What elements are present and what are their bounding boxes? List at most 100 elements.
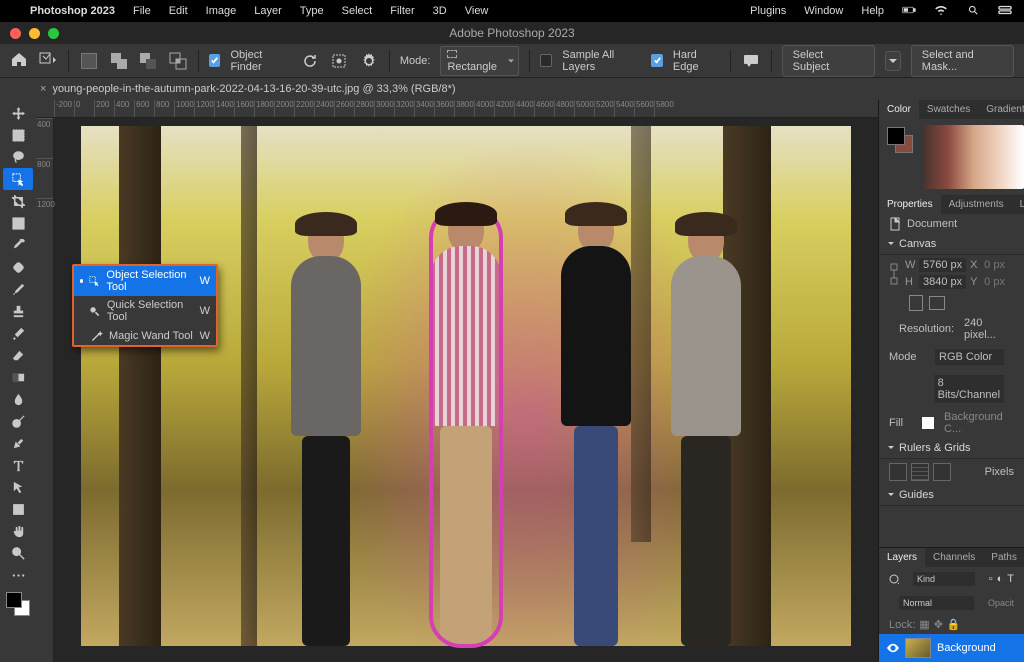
tab-paths[interactable]: Paths — [983, 548, 1024, 567]
foreground-background-swatch[interactable] — [6, 592, 30, 616]
marquee-tool[interactable] — [3, 124, 33, 146]
dodge-tool[interactable] — [3, 410, 33, 432]
portrait-icon[interactable] — [909, 295, 923, 311]
lock-position-icon[interactable]: ✥ — [934, 618, 943, 631]
home-icon[interactable] — [10, 51, 28, 70]
tab-swatches[interactable]: Swatches — [919, 100, 978, 119]
tab-adjustments[interactable]: Adjustments — [941, 195, 1012, 214]
visibility-icon[interactable] — [887, 642, 899, 654]
grid-icon[interactable] — [911, 463, 929, 481]
flyout-magic-wand[interactable]: Magic Wand ToolW — [74, 326, 216, 345]
blur-tool[interactable] — [3, 388, 33, 410]
eraser-tool[interactable] — [3, 344, 33, 366]
menu-view[interactable]: View — [465, 5, 489, 17]
object-finder-checkbox[interactable] — [209, 54, 221, 67]
menu-filter[interactable]: Filter — [390, 5, 414, 17]
shape-tool[interactable] — [3, 498, 33, 520]
selection-intersect-icon[interactable] — [168, 50, 188, 72]
lock-all-icon[interactable]: 🔒 — [947, 618, 961, 631]
units-select[interactable]: Pixels — [985, 466, 1014, 478]
pen-tool[interactable] — [3, 432, 33, 454]
properties-panel: Document Canvas W5760 pxX0 px H3840 pxY0… — [879, 214, 1024, 547]
canvas-area: -200020040060080010001200140016001800200… — [36, 100, 878, 662]
object-finder-label: Object Finder — [230, 49, 289, 73]
move-tool[interactable] — [3, 102, 33, 124]
menu-file[interactable]: File — [133, 5, 151, 17]
path-selection-tool[interactable] — [3, 476, 33, 498]
document-name: young-people-in-the-autumn-park-2022-04-… — [52, 83, 455, 95]
object-selection-tool[interactable] — [3, 168, 33, 190]
layer-filter-select[interactable]: Kind — [913, 572, 975, 586]
sample-all-checkbox[interactable] — [540, 54, 552, 67]
options-bar: Object Finder Mode: Rectangle Sample All… — [0, 44, 1024, 78]
show-objects-icon[interactable] — [329, 50, 349, 72]
select-and-mask-button[interactable]: Select and Mask... — [911, 45, 1014, 77]
canvas-height[interactable]: 3840 px — [919, 275, 966, 289]
tab-channels[interactable]: Channels — [925, 548, 983, 567]
control-center-icon[interactable] — [998, 5, 1012, 18]
tab-libraries[interactable]: L — [1012, 195, 1024, 214]
tab-layers[interactable]: Layers — [879, 548, 925, 567]
refresh-icon[interactable] — [300, 50, 320, 72]
menu-edit[interactable]: Edit — [169, 5, 188, 17]
menu-app[interactable]: Photoshop 2023 — [30, 5, 115, 17]
hard-edge-checkbox[interactable] — [651, 54, 663, 67]
zoom-tool[interactable] — [3, 542, 33, 564]
filter-adj-icon[interactable]: ◐ — [997, 573, 1004, 585]
select-subject-dropdown[interactable] — [885, 51, 901, 71]
menu-3d[interactable]: 3D — [433, 5, 447, 17]
tab-color[interactable]: Color — [879, 100, 919, 119]
blend-mode-select[interactable]: Normal — [899, 596, 974, 610]
menu-plugins[interactable]: Plugins — [750, 5, 786, 17]
mode-dropdown[interactable]: Rectangle — [440, 46, 519, 76]
edit-toolbar[interactable] — [3, 564, 33, 586]
lock-pixels-icon[interactable]: ▦ — [919, 618, 929, 631]
filter-pixels-icon[interactable]: ▫ — [989, 573, 993, 585]
bit-depth-select[interactable]: 8 Bits/Channel — [934, 375, 1004, 403]
hand-tool[interactable] — [3, 520, 33, 542]
canvas-width[interactable]: 5760 px — [919, 258, 966, 272]
close-tab-icon[interactable]: × — [40, 83, 46, 95]
selection-add-icon[interactable] — [109, 50, 129, 72]
document-canvas[interactable] — [81, 126, 851, 646]
settings-gear-icon[interactable] — [359, 50, 379, 72]
layer-name: Background — [937, 642, 996, 654]
menu-layer[interactable]: Layer — [254, 5, 282, 17]
filter-type-icon[interactable]: T — [1007, 573, 1014, 585]
brush-tool[interactable] — [3, 278, 33, 300]
tab-properties[interactable]: Properties — [879, 195, 941, 214]
feedback-icon[interactable] — [741, 50, 761, 72]
menu-select[interactable]: Select — [342, 5, 373, 17]
healing-tool[interactable] — [3, 256, 33, 278]
landscape-icon[interactable] — [929, 296, 945, 310]
tool-preset-icon[interactable] — [38, 51, 58, 70]
search-icon[interactable] — [966, 5, 980, 18]
menu-help[interactable]: Help — [861, 5, 884, 17]
gradient-tool[interactable] — [3, 366, 33, 388]
document-tab[interactable]: × young-people-in-the-autumn-park-2022-0… — [0, 78, 1024, 100]
crop-tool[interactable] — [3, 190, 33, 212]
color-mode-select[interactable]: RGB Color — [935, 349, 1004, 365]
color-panel[interactable] — [879, 119, 1024, 195]
battery-icon — [902, 5, 916, 18]
selection-subtract-icon[interactable] — [138, 50, 158, 72]
selection-new-icon[interactable] — [79, 50, 99, 72]
stamp-tool[interactable] — [3, 300, 33, 322]
toolbox — [0, 100, 36, 662]
select-subject-button[interactable]: Select Subject — [782, 45, 875, 77]
frame-tool[interactable] — [3, 212, 33, 234]
grid2-icon[interactable] — [933, 463, 951, 481]
flyout-object-selection[interactable]: Object Selection ToolW — [74, 266, 216, 296]
type-tool[interactable] — [3, 454, 33, 476]
menu-image[interactable]: Image — [206, 5, 237, 17]
lasso-tool[interactable] — [3, 146, 33, 168]
flyout-quick-selection[interactable]: Quick Selection ToolW — [74, 296, 216, 326]
history-brush-tool[interactable] — [3, 322, 33, 344]
menu-type[interactable]: Type — [300, 5, 324, 17]
tab-gradients[interactable]: Gradients — [978, 100, 1024, 119]
color-slider[interactable] — [923, 125, 1024, 189]
layer-background[interactable]: Background — [879, 634, 1024, 662]
menu-window[interactable]: Window — [804, 5, 843, 17]
eyedropper-tool[interactable] — [3, 234, 33, 256]
ruler-icon[interactable] — [889, 463, 907, 481]
